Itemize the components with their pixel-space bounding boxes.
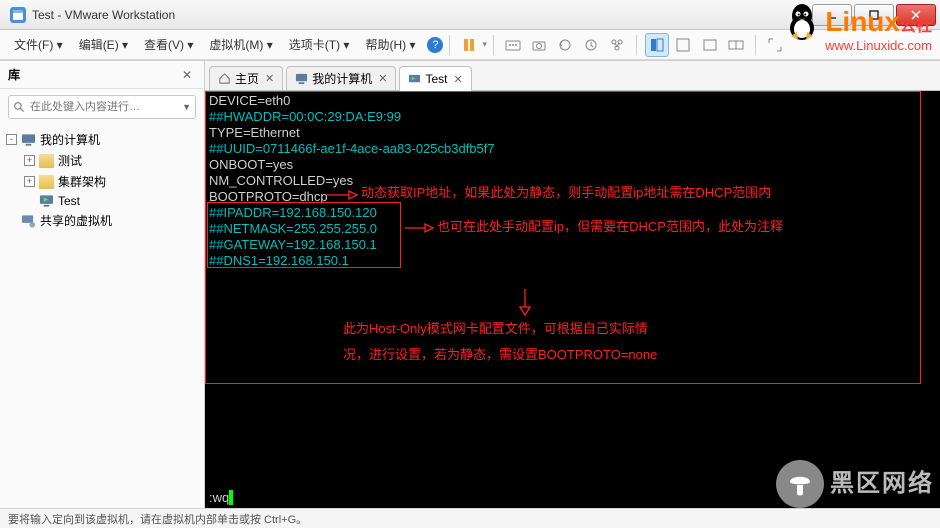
tab-close-icon[interactable]: ✕ [453,73,462,86]
tab-bar: 主页 ✕ 我的计算机 ✕ Test ✕ [205,61,940,91]
tab-home[interactable]: 主页 ✕ [209,66,283,90]
snapshot-button[interactable] [527,33,551,57]
tab-test[interactable]: Test ✕ [399,66,471,91]
folder-icon [39,154,54,168]
home-icon [218,72,231,85]
tree-folder-test[interactable]: + 测试 [24,150,198,171]
arrow-icon [327,188,357,206]
app-icon [10,7,26,23]
tab-close-icon[interactable]: ✕ [378,72,387,85]
view-thumbnail-button[interactable] [645,33,669,57]
sidebar-title: 库 [8,66,20,83]
snapshot-manager-button[interactable] [605,33,629,57]
vm-icon [39,194,54,208]
annotation-note2: 也可在此处手动配置ip，但需要在DHCP范围内，此处为注释 [437,219,783,235]
menu-help[interactable]: 帮助(H) ▾ [357,32,423,57]
tree-shared-vm[interactable]: 共享的虚拟机 [6,210,198,231]
terminal-line: ##UUID=0711466f-ae1f-4ace-aa83-025cb3dfb… [209,141,936,157]
shared-vm-icon [21,214,36,228]
monitor-icon [295,72,308,85]
watermark-linux: Linux公社 www.Linuxidc.com [783,2,932,53]
watermark-heiqu: 黑区网络 [776,460,934,508]
send-key-button[interactable] [501,33,525,57]
expander-icon[interactable]: + [24,155,35,166]
monitor-icon [21,133,36,147]
fullscreen-button[interactable] [698,33,722,57]
menu-view[interactable]: 查看(V) ▾ [136,32,201,57]
expander-icon[interactable]: + [24,176,35,187]
terminal-command-line: :wq [209,490,233,506]
arrow-icon [405,221,433,239]
tab-my-computer[interactable]: 我的计算机 ✕ [286,66,396,90]
revert-snapshot-button[interactable] [553,33,577,57]
terminal-line: ONBOOT=yes [209,157,936,173]
sidebar-search[interactable]: ▼ [8,95,196,119]
terminal-line: TYPE=Ethernet [209,125,936,141]
tree-my-computer[interactable]: - 我的计算机 [6,129,198,150]
tree-folder-cluster[interactable]: + 集群架构 [24,171,198,192]
annotation-note3a: 此为Host-Only模式网卡配置文件，可根据自己实际情 [343,321,648,337]
sidebar: 库 ✕ ▼ - 我的计算机 + 测试 + [0,61,205,508]
window-title: Test - VMware Workstation [32,8,810,22]
pause-button[interactable] [457,33,481,57]
tux-icon [783,2,821,42]
sidebar-close-button[interactable]: ✕ [178,68,196,82]
help-icon[interactable]: ? [427,37,443,53]
unity-button[interactable] [724,33,748,57]
annotation-note3b: 况，进行设置，若为静态，需设置BOOTPROTO=none [343,347,657,363]
terminal-line: ##HWADDR=00:0C:29:DA:E9:99 [209,109,936,125]
search-icon [13,101,26,114]
tab-close-icon[interactable]: ✕ [265,72,274,85]
menu-vm[interactable]: 虚拟机(M) ▾ [201,32,280,57]
search-input[interactable] [26,101,182,113]
mushroom-icon [776,460,824,508]
folder-icon [39,175,54,189]
menu-file[interactable]: 文件(F) ▾ [6,32,71,57]
vm-tree: - 我的计算机 + 测试 + 集群架构 Test [0,125,204,235]
tree-item-test[interactable]: Test [24,192,198,210]
arrow-down-icon [515,289,535,319]
status-bar: 要将输入定向到该虚拟机，请在虚拟机内部单击或按 Ctrl+G。 [0,508,940,528]
menu-edit[interactable]: 编辑(E) ▾ [71,32,136,57]
vm-running-icon [408,73,421,86]
view-console-button[interactable] [671,33,695,57]
search-dropdown-icon[interactable]: ▼ [182,102,191,112]
terminal-console[interactable]: DEVICE=eth0##HWADDR=00:0C:29:DA:E9:99TYP… [205,91,940,508]
status-text: 要将输入定向到该虚拟机，请在虚拟机内部单击或按 Ctrl+G。 [8,511,307,527]
annotation-box-ipblock [207,202,401,268]
expander-icon[interactable]: - [6,134,17,145]
manage-snapshot-button[interactable] [579,33,603,57]
menu-tabs[interactable]: 选项卡(T) ▾ [281,32,358,57]
annotation-note1: 动态获取IP地址，如果此处为静态，则手动配置ip地址需在DHCP范围内 [361,185,771,201]
terminal-line: DEVICE=eth0 [209,93,936,109]
